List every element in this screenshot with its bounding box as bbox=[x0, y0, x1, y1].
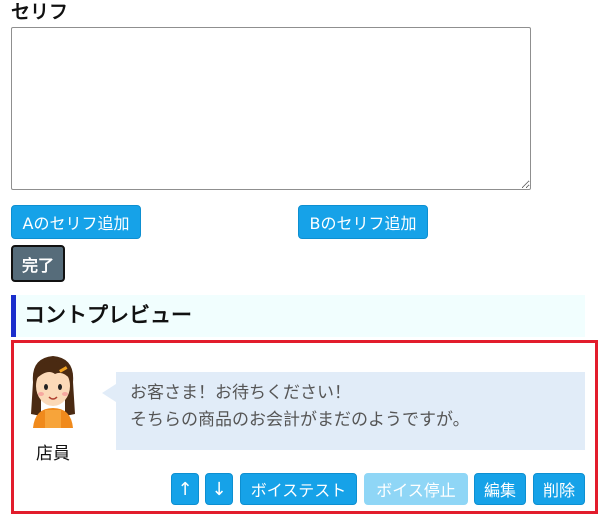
serif-textarea[interactable] bbox=[11, 27, 531, 190]
move-up-button[interactable]: ↑ bbox=[171, 473, 199, 505]
speech-bubble: お客さま！お待ちください！ そちらの商品のお会計がまだのようですが。 bbox=[102, 372, 585, 450]
clerk-avatar-icon bbox=[25, 352, 81, 428]
speech-line-1: お客さま！お待ちください！ bbox=[130, 383, 351, 403]
add-b-line-button[interactable]: Bのセリフ追加 bbox=[298, 205, 428, 239]
edit-button[interactable]: 編集 bbox=[474, 473, 526, 505]
done-button[interactable]: 完了 bbox=[11, 245, 65, 282]
voice-test-button[interactable]: ボイステスト bbox=[240, 473, 357, 505]
move-down-button[interactable]: ↓ bbox=[205, 473, 233, 505]
add-a-line-button[interactable]: Aのセリフ追加 bbox=[11, 205, 141, 239]
serif-label: セリフ bbox=[11, 1, 69, 23]
delete-button[interactable]: 削除 bbox=[533, 473, 585, 505]
speech-line-2: そちらの商品のお会計がまだのようですが。 bbox=[130, 410, 470, 430]
voice-stop-button[interactable]: ボイス停止 bbox=[364, 473, 468, 505]
speaker-name: 店員 bbox=[36, 444, 70, 464]
preview-heading: コントプレビュー bbox=[11, 295, 585, 337]
